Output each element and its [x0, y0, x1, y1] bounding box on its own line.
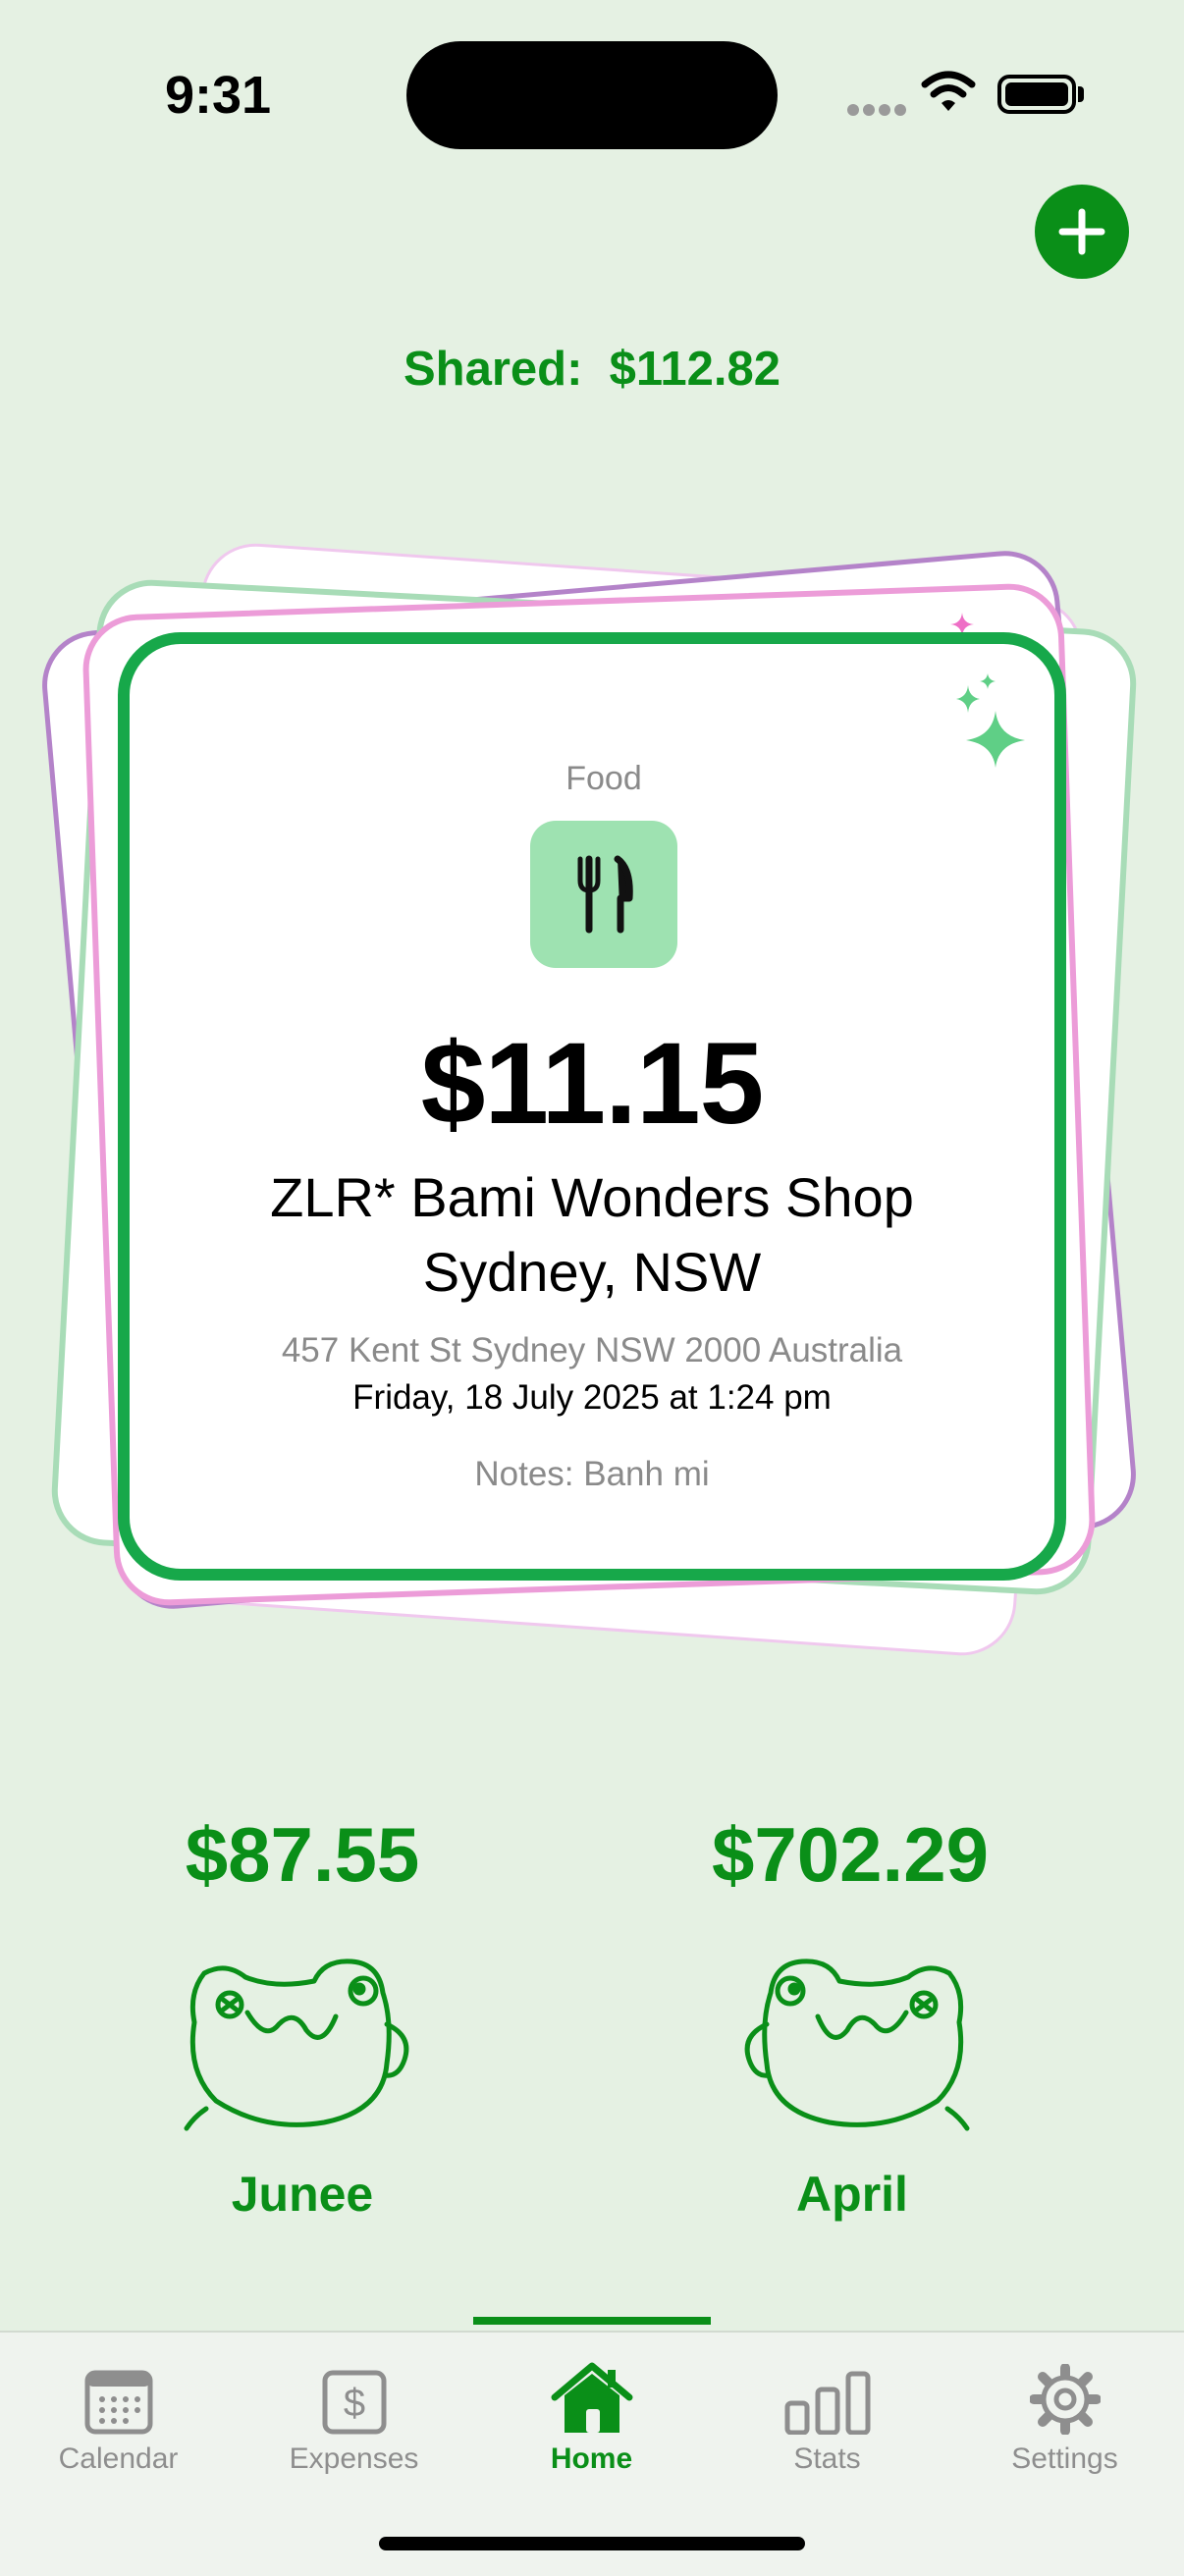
- shared-total: Shared: $112.82: [0, 342, 1184, 397]
- shared-label: Shared:: [403, 343, 583, 396]
- add-expense-button[interactable]: [1035, 185, 1129, 279]
- category-badge: [530, 821, 677, 968]
- active-tab-indicator: [473, 2317, 711, 2325]
- tab-label: Home: [550, 2442, 633, 2475]
- home-icon: [551, 2362, 632, 2433]
- tab-label: Settings: [1011, 2442, 1118, 2475]
- merchant-line-2: Sydney, NSW: [422, 1241, 762, 1303]
- expense-card[interactable]: Food $11.15 ZLR* Bami Wonders Shop Sydne…: [118, 632, 1066, 1581]
- cellular-signal-icon: [847, 104, 906, 116]
- tab-settings[interactable]: Settings: [946, 2346, 1183, 2476]
- svg-text:$: $: [343, 2382, 364, 2425]
- frog-avatar-april[interactable]: [731, 1954, 977, 2140]
- stats-icon: [784, 2371, 870, 2435]
- dynamic-island: [406, 41, 778, 149]
- tab-stats[interactable]: Stats: [709, 2346, 945, 2476]
- expense-datetime: Friday, 18 July 2025 at 1:24 pm: [352, 1378, 832, 1417]
- merchant-address: 457 Kent St Sydney NSW 2000 Australia: [281, 1331, 903, 1369]
- merchant-line-1: ZLR* Bami Wonders Shop: [270, 1166, 914, 1228]
- merchant-name: ZLR* Bami Wonders Shop Sydney, NSW: [130, 1160, 1054, 1310]
- expense-notes: Notes: Banh mi: [474, 1455, 710, 1493]
- person-amount-junee: $87.55: [185, 1811, 420, 1898]
- person-name-junee: Junee: [231, 2167, 374, 2222]
- tab-label: Calendar: [58, 2442, 179, 2475]
- category-label: Food: [565, 760, 642, 797]
- person-amount-april: $702.29: [712, 1811, 989, 1898]
- frog-avatar-junee[interactable]: [177, 1954, 422, 2140]
- home-indicator[interactable]: [379, 2537, 805, 2550]
- wifi-icon: [921, 71, 976, 111]
- dollar-icon: $: [322, 2370, 386, 2435]
- gear-icon: [1029, 2364, 1101, 2435]
- fork-knife-icon: [577, 855, 633, 934]
- expense-amount: $11.15: [420, 1019, 764, 1149]
- calendar-icon: [84, 2370, 152, 2435]
- tab-label: Stats: [793, 2442, 861, 2475]
- status-time: 9:31: [165, 66, 272, 125]
- plus-icon: [1058, 208, 1105, 255]
- battery-icon: [997, 75, 1076, 114]
- sparkle-icon: [956, 673, 1025, 768]
- shared-amount: $112.82: [609, 343, 781, 396]
- tab-expenses[interactable]: $ Expenses: [236, 2346, 472, 2476]
- person-name-april: April: [796, 2167, 908, 2222]
- tab-calendar[interactable]: Calendar: [0, 2346, 237, 2476]
- tab-label: Expenses: [289, 2442, 419, 2475]
- tab-home[interactable]: Home: [473, 2346, 710, 2476]
